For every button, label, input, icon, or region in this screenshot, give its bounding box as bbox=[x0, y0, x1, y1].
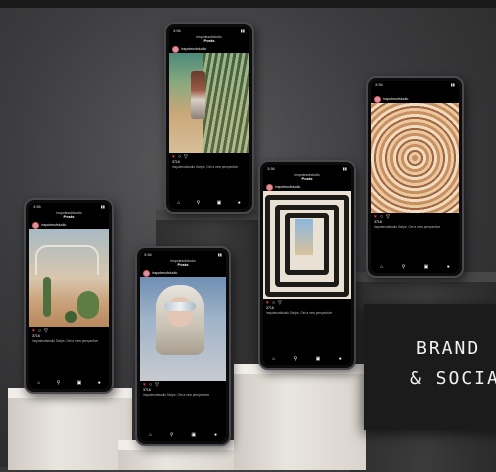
post-image-cactus bbox=[29, 229, 109, 327]
search-icon[interactable]: ⚲ bbox=[197, 200, 201, 206]
top-bar bbox=[0, 0, 496, 8]
comment-icon[interactable]: ○ bbox=[38, 328, 41, 334]
brand-title-line2: & SOCIA bbox=[410, 368, 496, 389]
avatar bbox=[143, 269, 150, 277]
search-icon[interactable]: ⚲ bbox=[170, 432, 174, 438]
reels-icon[interactable]: ▣ bbox=[424, 264, 429, 270]
avatar bbox=[32, 221, 39, 229]
profile-icon[interactable]: ● bbox=[214, 432, 217, 438]
post-image-portrait bbox=[140, 277, 226, 381]
search-icon[interactable]: ⚲ bbox=[57, 380, 61, 386]
phone-pattern: 3:56 ▮▮ inspotesofstudio ♥ ○ ▽ 3716 inspote… bbox=[366, 76, 464, 278]
profile-icon[interactable]: ● bbox=[447, 264, 450, 270]
post-image-pattern bbox=[371, 103, 459, 213]
heart-icon[interactable]: ♥ bbox=[374, 214, 377, 220]
comment-icon[interactable]: ○ bbox=[272, 300, 275, 306]
share-icon[interactable]: ▽ bbox=[278, 300, 282, 306]
reels-icon[interactable]: ▣ bbox=[191, 432, 196, 438]
comment-icon[interactable]: ○ bbox=[380, 214, 383, 220]
phone-portrait: 3:56 ▮▮ inspotesofstudio Posts inspotesofs… bbox=[135, 246, 231, 446]
phone-tunnel: 3:56 ▮▮ inspotesofstudio Posts inspotesofs… bbox=[258, 160, 356, 370]
share-icon[interactable]: ▽ bbox=[386, 214, 390, 220]
post-image-desert bbox=[169, 53, 249, 153]
heart-icon[interactable]: ♥ bbox=[32, 328, 35, 334]
reels-icon[interactable]: ▣ bbox=[217, 200, 222, 206]
post-header: inspotesofstudio Posts bbox=[56, 211, 82, 220]
home-icon[interactable]: ⌂ bbox=[149, 432, 152, 438]
post-image-tunnel bbox=[263, 191, 351, 299]
profile-icon[interactable]: ● bbox=[98, 380, 101, 386]
home-icon[interactable]: ⌂ bbox=[37, 380, 40, 386]
avatar bbox=[374, 95, 381, 103]
comment-icon[interactable]: ○ bbox=[178, 154, 181, 160]
phone-cactus: 3:56 ▮▮ inspotesofstudio Posts inspotesofs… bbox=[24, 198, 114, 394]
heart-icon[interactable]: ♥ bbox=[172, 154, 175, 160]
avatar bbox=[266, 183, 273, 191]
pedestal-light-left bbox=[8, 388, 132, 470]
home-icon[interactable]: ⌂ bbox=[380, 264, 383, 270]
brand-title-line1: BRAND bbox=[416, 338, 481, 359]
home-icon[interactable]: ⌂ bbox=[272, 356, 275, 362]
share-icon[interactable]: ▽ bbox=[184, 154, 188, 160]
pedestal-light-middle bbox=[234, 364, 366, 470]
avatar bbox=[172, 45, 179, 53]
comment-icon[interactable]: ○ bbox=[149, 382, 152, 388]
heart-icon[interactable]: ♥ bbox=[266, 300, 269, 306]
reels-icon[interactable]: ▣ bbox=[316, 356, 321, 362]
share-icon[interactable]: ▽ bbox=[155, 382, 159, 388]
phone-desert: 3:56 ▮▮ inspotesofstudio Posts inspotesofs… bbox=[164, 22, 254, 214]
home-icon[interactable]: ⌂ bbox=[177, 200, 180, 206]
search-icon[interactable]: ⚲ bbox=[402, 264, 406, 270]
reels-icon[interactable]: ▣ bbox=[77, 380, 82, 386]
search-icon[interactable]: ⚲ bbox=[294, 356, 298, 362]
share-icon[interactable]: ▽ bbox=[44, 328, 48, 334]
profile-icon[interactable]: ● bbox=[339, 356, 342, 362]
heart-icon[interactable]: ♥ bbox=[143, 382, 146, 388]
profile-icon[interactable]: ● bbox=[238, 200, 241, 206]
brand-panel: BRAND & SOCIA bbox=[364, 304, 496, 430]
